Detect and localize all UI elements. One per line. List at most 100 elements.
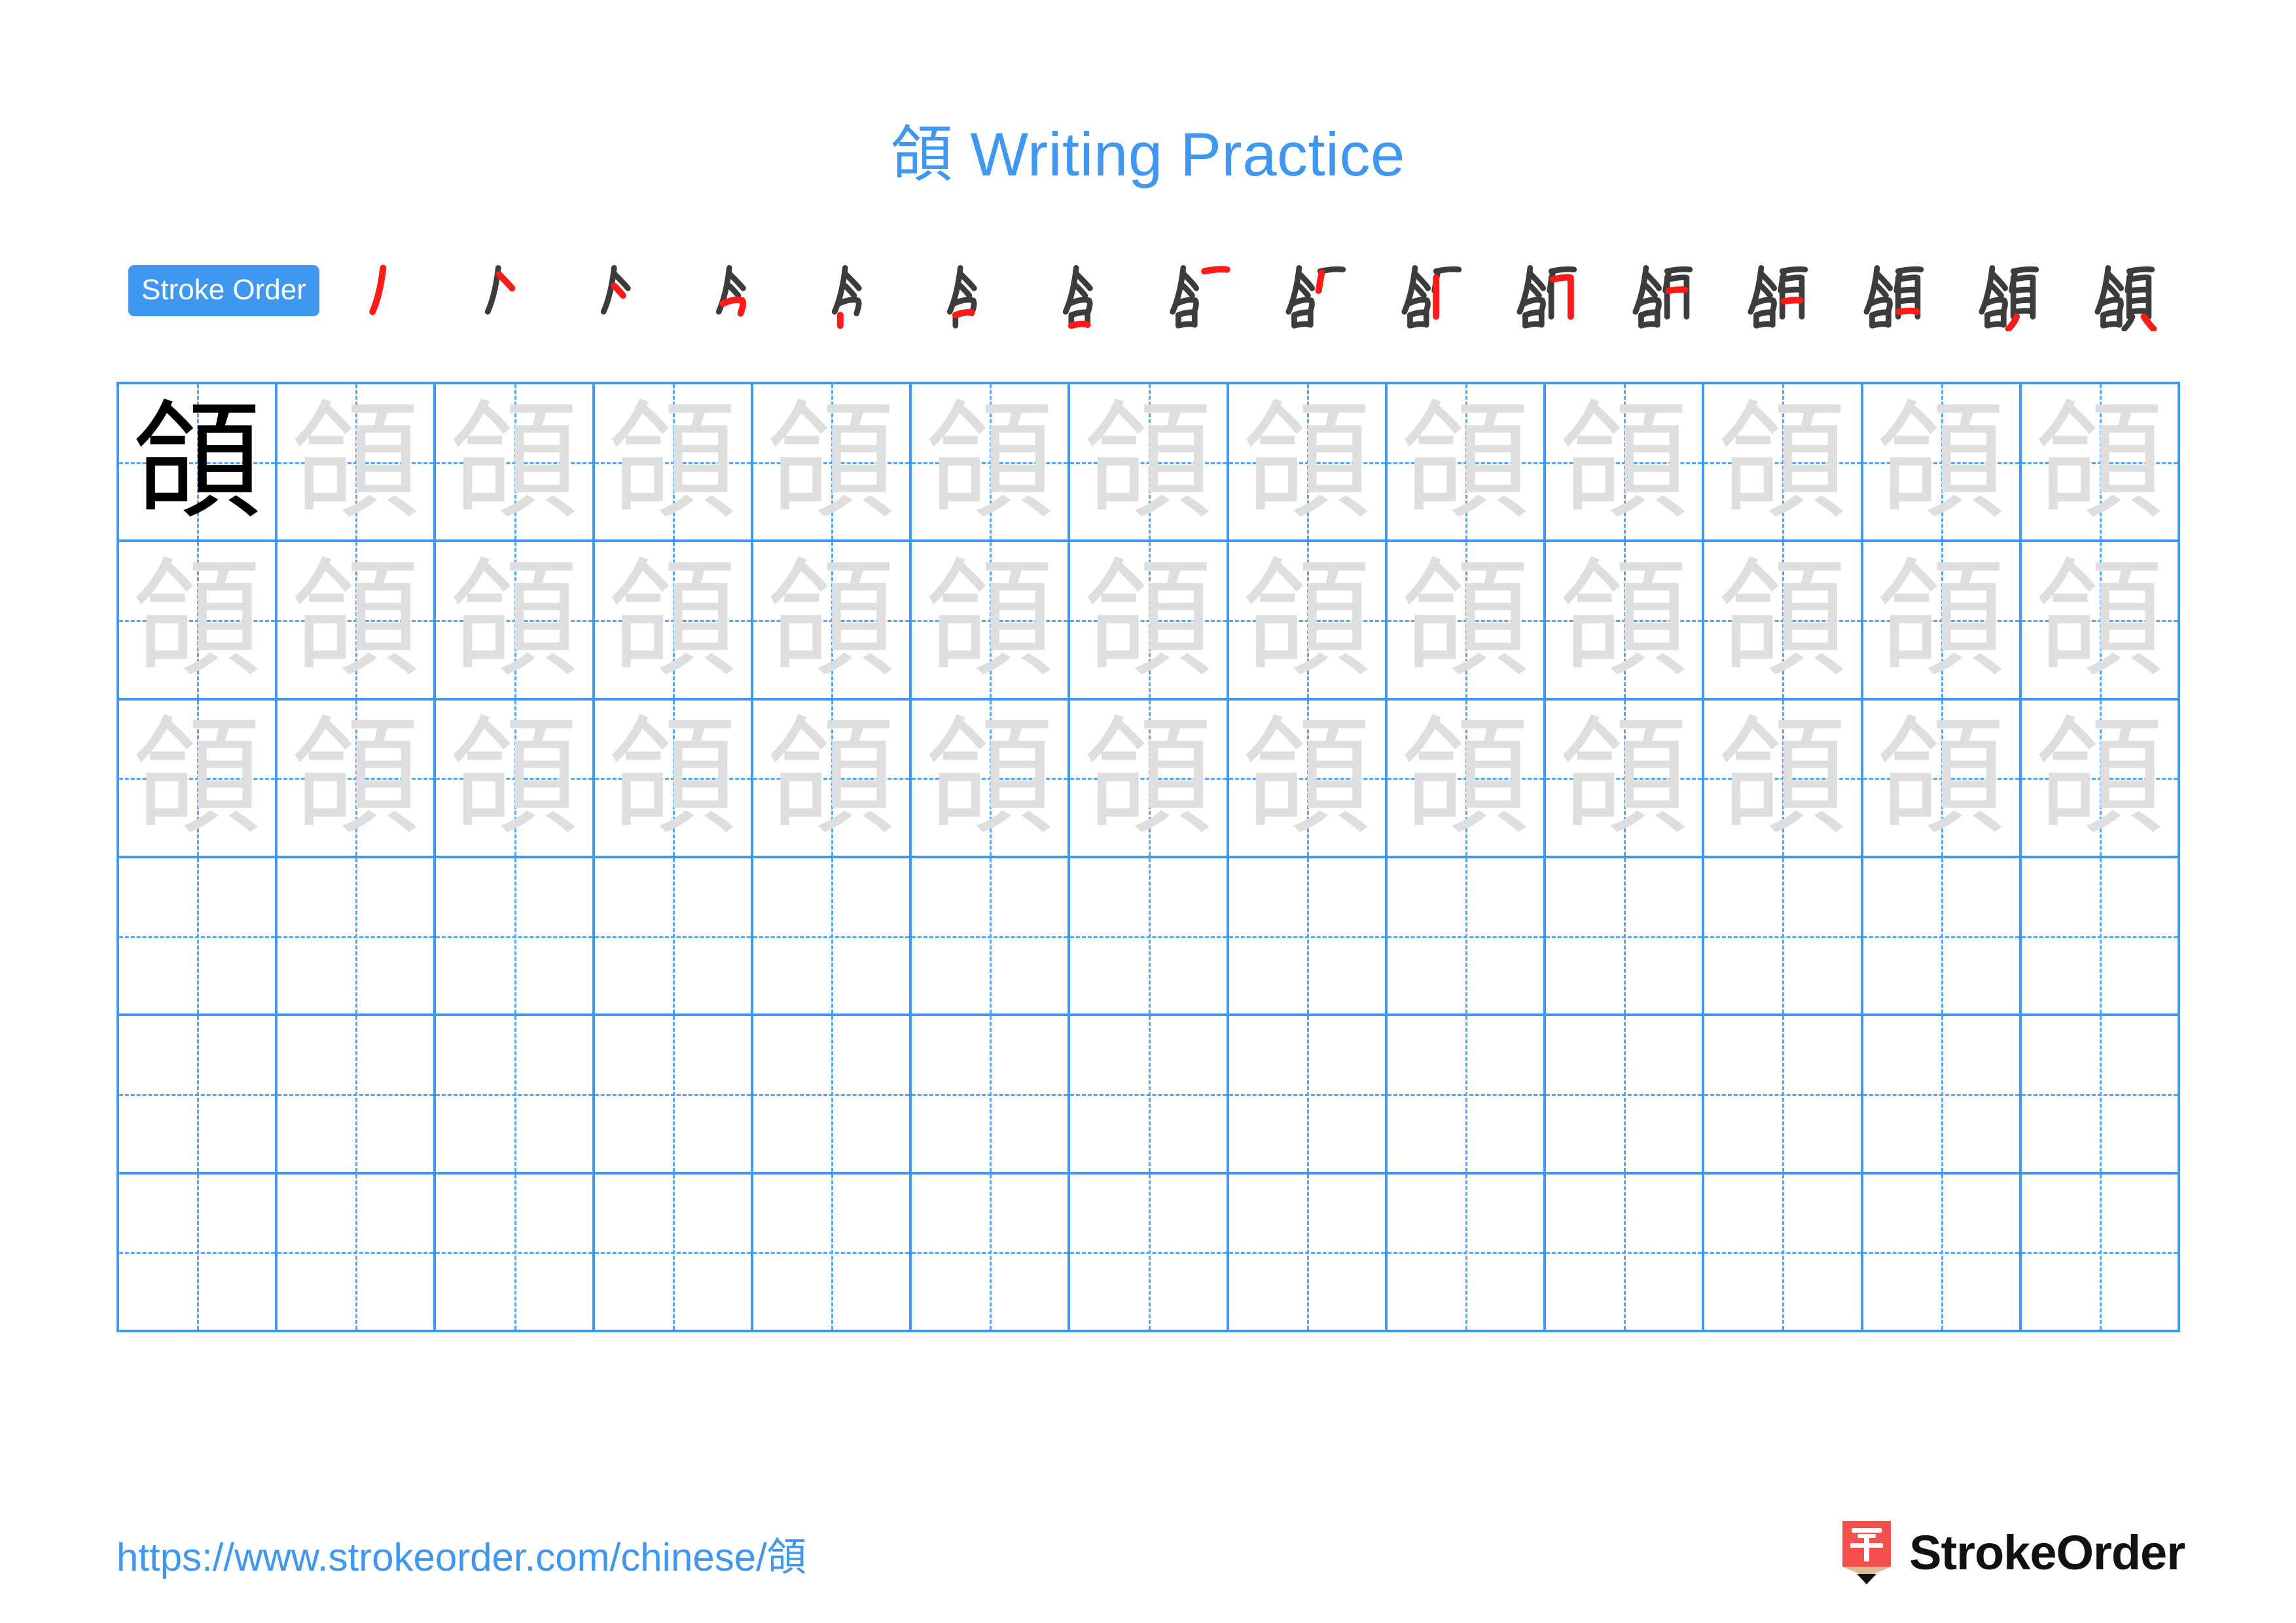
- blank-cell: [436, 1016, 592, 1171]
- practice-cell[interactable]: 頜: [1863, 542, 2022, 698]
- trace-character: 頜: [1560, 703, 1689, 853]
- practice-cell[interactable]: [1387, 1016, 1547, 1172]
- practice-cell[interactable]: 頜: [1229, 700, 1388, 856]
- practice-cell[interactable]: 頜: [1387, 384, 1547, 540]
- practice-cell[interactable]: [119, 1016, 278, 1172]
- trace-character: 頜: [450, 703, 579, 853]
- practice-cell[interactable]: [119, 1174, 278, 1330]
- practice-cell[interactable]: 頜: [1546, 700, 1705, 856]
- practice-cell[interactable]: 頜: [1070, 384, 1229, 540]
- practice-cell[interactable]: [912, 1016, 1071, 1172]
- trace-character: 頜: [608, 545, 737, 695]
- practice-cell[interactable]: 頜: [1229, 542, 1388, 698]
- practice-cell[interactable]: [2021, 1016, 2181, 1172]
- practice-cell[interactable]: [753, 1016, 912, 1172]
- practice-cell[interactable]: [1229, 1016, 1388, 1172]
- practice-cell[interactable]: [753, 858, 912, 1014]
- practice-cell[interactable]: 頜: [1704, 384, 1863, 540]
- practice-cell[interactable]: 頜: [753, 700, 912, 856]
- practice-cell[interactable]: 頜: [436, 542, 595, 698]
- practice-cell[interactable]: [119, 858, 278, 1014]
- practice-cell[interactable]: 頜: [436, 384, 595, 540]
- blank-cell: [2022, 858, 2178, 1013]
- trace-character: 頜: [1242, 545, 1371, 695]
- practice-cell[interactable]: [1546, 858, 1705, 1014]
- practice-cell[interactable]: 頜: [912, 542, 1071, 698]
- practice-cell[interactable]: 頜: [912, 700, 1071, 856]
- practice-grid-row: 頜頜頜頜頜頜頜頜頜頜頜頜頜: [119, 542, 2181, 701]
- source-url-link[interactable]: https://www.strokeorder.com/chinese/頜: [117, 1525, 806, 1582]
- blank-cell: [436, 1175, 592, 1330]
- practice-cell[interactable]: [436, 1016, 595, 1172]
- practice-cell[interactable]: 頜: [753, 384, 912, 540]
- practice-cell[interactable]: 頜: [119, 700, 278, 856]
- practice-cell[interactable]: [436, 1174, 595, 1330]
- practice-cell[interactable]: [1387, 1174, 1547, 1330]
- practice-cell[interactable]: [594, 858, 753, 1014]
- practice-cell[interactable]: 頜: [278, 542, 437, 698]
- practice-cell[interactable]: [2021, 1174, 2181, 1330]
- practice-cell[interactable]: 頜: [436, 700, 595, 856]
- practice-cell[interactable]: 頜: [1546, 384, 1705, 540]
- practice-cell[interactable]: [1863, 858, 2022, 1014]
- practice-cell[interactable]: [1387, 858, 1547, 1014]
- practice-cell[interactable]: 頜: [2021, 384, 2181, 540]
- practice-cell[interactable]: [1704, 858, 1863, 1014]
- trace-character: 頜: [2035, 387, 2164, 537]
- practice-cell[interactable]: 頜: [1863, 384, 2022, 540]
- practice-cell[interactable]: 頜: [1070, 700, 1229, 856]
- practice-cell[interactable]: 頜: [1229, 384, 1388, 540]
- practice-cell[interactable]: 頜: [1070, 542, 1229, 698]
- trace-character: 頜: [767, 545, 896, 695]
- practice-cell[interactable]: [594, 1174, 753, 1330]
- practice-cell[interactable]: 頜: [1546, 542, 1705, 698]
- trace-character: 頜: [1401, 703, 1530, 853]
- practice-cell[interactable]: [1070, 1016, 1229, 1172]
- practice-cell[interactable]: [1704, 1016, 1863, 1172]
- practice-cell[interactable]: [1070, 1174, 1229, 1330]
- practice-cell[interactable]: 頜: [2021, 542, 2181, 698]
- practice-cell[interactable]: [594, 1016, 753, 1172]
- practice-cell[interactable]: [1229, 1174, 1388, 1330]
- practice-cell[interactable]: [2021, 858, 2181, 1014]
- practice-cell[interactable]: 頜: [1387, 542, 1547, 698]
- practice-cell[interactable]: 頜: [119, 542, 278, 698]
- practice-cell[interactable]: [1546, 1016, 1705, 1172]
- trace-character: 頜: [1876, 545, 2005, 695]
- practice-cell[interactable]: 頜: [1387, 700, 1547, 856]
- practice-cell[interactable]: [1863, 1174, 2022, 1330]
- trace-character: 頜: [1242, 703, 1371, 853]
- practice-cell[interactable]: 頜: [119, 384, 278, 540]
- trace-character: 頜: [925, 545, 1054, 695]
- practice-cell[interactable]: 頜: [1704, 700, 1863, 856]
- practice-cell[interactable]: [912, 858, 1071, 1014]
- practice-cell[interactable]: 頜: [278, 384, 437, 540]
- practice-cell[interactable]: 頜: [594, 384, 753, 540]
- practice-cell[interactable]: [436, 858, 595, 1014]
- practice-cell[interactable]: [1229, 858, 1388, 1014]
- practice-cell[interactable]: [912, 1174, 1071, 1330]
- practice-cell[interactable]: 頜: [594, 700, 753, 856]
- practice-cell[interactable]: 頜: [912, 384, 1071, 540]
- practice-cell[interactable]: [753, 1174, 912, 1330]
- practice-cell[interactable]: [1704, 1174, 1863, 1330]
- practice-cell[interactable]: 頜: [2021, 700, 2181, 856]
- practice-cell[interactable]: [1546, 1174, 1705, 1330]
- practice-cell[interactable]: [278, 1174, 437, 1330]
- practice-cell[interactable]: 頜: [1863, 700, 2022, 856]
- stroke-order-section: Stroke Order: [128, 250, 2177, 331]
- practice-cell[interactable]: 頜: [278, 700, 437, 856]
- practice-cell[interactable]: 頜: [753, 542, 912, 698]
- practice-cell[interactable]: [1863, 1016, 2022, 1172]
- trace-character: 頜: [1401, 545, 1530, 695]
- pencil-logo-icon: [1842, 1521, 1892, 1584]
- practice-grid-row: [119, 858, 2181, 1017]
- trace-character: 頜: [608, 703, 737, 853]
- practice-cell[interactable]: 頜: [1704, 542, 1863, 698]
- blank-cell: [119, 1016, 275, 1171]
- practice-cell[interactable]: 頜: [594, 542, 753, 698]
- practice-cell[interactable]: [278, 858, 437, 1014]
- practice-cell[interactable]: [1070, 858, 1229, 1014]
- stroke-step-14: [1831, 250, 1946, 331]
- practice-cell[interactable]: [278, 1016, 437, 1172]
